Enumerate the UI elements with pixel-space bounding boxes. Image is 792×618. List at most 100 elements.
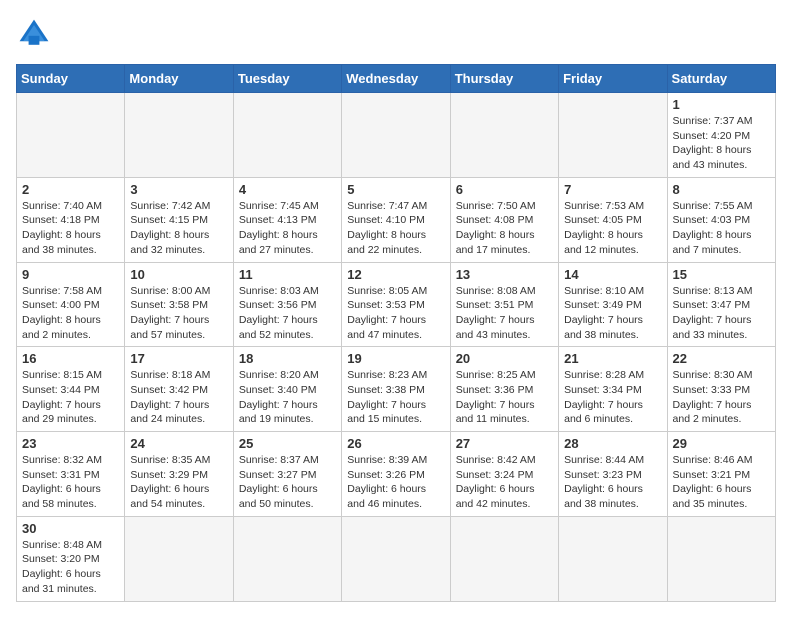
day-info: Sunrise: 8:35 AM Sunset: 3:29 PM Dayligh…	[130, 453, 227, 512]
day-info: Sunrise: 8:42 AM Sunset: 3:24 PM Dayligh…	[456, 453, 553, 512]
calendar-cell: 29Sunrise: 8:46 AM Sunset: 3:21 PM Dayli…	[667, 432, 775, 517]
day-number: 1	[673, 97, 770, 112]
day-info: Sunrise: 7:55 AM Sunset: 4:03 PM Dayligh…	[673, 199, 770, 258]
day-info: Sunrise: 8:00 AM Sunset: 3:58 PM Dayligh…	[130, 284, 227, 343]
calendar-cell: 16 Sunrise: 8:15 AM Sunset: 3:44 PM Dayli…	[17, 347, 125, 432]
day-info: Sunrise: 7:58 AM Sunset: 4:00 PM Dayligh…	[22, 284, 119, 343]
day-info: Sunrise: 7:37 AM Sunset: 4:20 PM Dayligh…	[673, 114, 770, 173]
calendar-cell: 23Sunrise: 8:32 AM Sunset: 3:31 PM Dayli…	[17, 432, 125, 517]
calendar-cell	[342, 93, 450, 178]
calendar-cell: 22 Sunrise: 8:30 AM Sunset: 3:33 PM Dayli…	[667, 347, 775, 432]
day-info: Sunrise: 7:50 AM Sunset: 4:08 PM Dayligh…	[456, 199, 553, 258]
day-number: 5	[347, 182, 444, 197]
calendar-cell: 6 Sunrise: 7:50 AM Sunset: 4:08 PM Daylig…	[450, 177, 558, 262]
calendar-cell	[17, 93, 125, 178]
calendar-cell: 18 Sunrise: 8:20 AM Sunset: 3:40 PM Dayli…	[233, 347, 341, 432]
calendar-cell	[125, 93, 233, 178]
day-info: Sunrise: 8:46 AM Sunset: 3:21 PM Dayligh…	[673, 453, 770, 512]
calendar-cell: 17 Sunrise: 8:18 AM Sunset: 3:42 PM Dayli…	[125, 347, 233, 432]
day-number: 14	[564, 267, 661, 282]
calendar-cell	[233, 516, 341, 601]
day-number: 18	[239, 351, 336, 366]
calendar-cell	[667, 516, 775, 601]
day-info: Sunrise: 8:18 AM Sunset: 3:42 PM Dayligh…	[130, 368, 227, 427]
weekday-header-saturday: Saturday	[667, 65, 775, 93]
calendar-cell	[233, 93, 341, 178]
day-info: Sunrise: 8:44 AM Sunset: 3:23 PM Dayligh…	[564, 453, 661, 512]
day-info: Sunrise: 8:03 AM Sunset: 3:56 PM Dayligh…	[239, 284, 336, 343]
calendar-cell	[450, 516, 558, 601]
calendar-cell	[559, 93, 667, 178]
day-number: 15	[673, 267, 770, 282]
calendar-cell: 12 Sunrise: 8:05 AM Sunset: 3:53 PM Dayli…	[342, 262, 450, 347]
day-info: Sunrise: 8:37 AM Sunset: 3:27 PM Dayligh…	[239, 453, 336, 512]
calendar: SundayMondayTuesdayWednesdayThursdayFrid…	[16, 64, 776, 602]
day-info: Sunrise: 8:28 AM Sunset: 3:34 PM Dayligh…	[564, 368, 661, 427]
header	[16, 16, 776, 52]
logo	[16, 16, 56, 52]
calendar-cell: 14Sunrise: 8:10 AM Sunset: 3:49 PM Dayli…	[559, 262, 667, 347]
day-number: 23	[22, 436, 119, 451]
day-info: Sunrise: 7:40 AM Sunset: 4:18 PM Dayligh…	[22, 199, 119, 258]
calendar-cell: 21 Sunrise: 8:28 AM Sunset: 3:34 PM Dayli…	[559, 347, 667, 432]
day-info: Sunrise: 8:48 AM Sunset: 3:20 PM Dayligh…	[22, 538, 119, 597]
day-info: Sunrise: 8:39 AM Sunset: 3:26 PM Dayligh…	[347, 453, 444, 512]
day-info: Sunrise: 7:45 AM Sunset: 4:13 PM Dayligh…	[239, 199, 336, 258]
calendar-cell: 7 Sunrise: 7:53 AM Sunset: 4:05 PM Daylig…	[559, 177, 667, 262]
day-info: Sunrise: 8:13 AM Sunset: 3:47 PM Dayligh…	[673, 284, 770, 343]
day-number: 17	[130, 351, 227, 366]
calendar-cell: 11 Sunrise: 8:03 AM Sunset: 3:56 PM Dayli…	[233, 262, 341, 347]
day-number: 7	[564, 182, 661, 197]
day-info: Sunrise: 8:20 AM Sunset: 3:40 PM Dayligh…	[239, 368, 336, 427]
day-number: 20	[456, 351, 553, 366]
weekday-header-wednesday: Wednesday	[342, 65, 450, 93]
calendar-cell: 28 Sunrise: 8:44 AM Sunset: 3:23 PM Dayli…	[559, 432, 667, 517]
day-number: 27	[456, 436, 553, 451]
calendar-cell: 5Sunrise: 7:47 AM Sunset: 4:10 PM Daylig…	[342, 177, 450, 262]
day-number: 11	[239, 267, 336, 282]
calendar-cell	[450, 93, 558, 178]
day-info: Sunrise: 8:25 AM Sunset: 3:36 PM Dayligh…	[456, 368, 553, 427]
calendar-cell	[342, 516, 450, 601]
day-number: 13	[456, 267, 553, 282]
logo-icon	[16, 16, 52, 52]
calendar-cell: 26 Sunrise: 8:39 AM Sunset: 3:26 PM Dayli…	[342, 432, 450, 517]
weekday-header-sunday: Sunday	[17, 65, 125, 93]
day-info: Sunrise: 8:30 AM Sunset: 3:33 PM Dayligh…	[673, 368, 770, 427]
calendar-cell	[125, 516, 233, 601]
calendar-cell: 2 Sunrise: 7:40 AM Sunset: 4:18 PM Daylig…	[17, 177, 125, 262]
calendar-cell: 10 Sunrise: 8:00 AM Sunset: 3:58 PM Dayli…	[125, 262, 233, 347]
calendar-cell: 27 Sunrise: 8:42 AM Sunset: 3:24 PM Dayli…	[450, 432, 558, 517]
day-info: Sunrise: 8:23 AM Sunset: 3:38 PM Dayligh…	[347, 368, 444, 427]
weekday-header-monday: Monday	[125, 65, 233, 93]
day-number: 30	[22, 521, 119, 536]
day-info: Sunrise: 8:05 AM Sunset: 3:53 PM Dayligh…	[347, 284, 444, 343]
day-number: 12	[347, 267, 444, 282]
calendar-cell: 20 Sunrise: 8:25 AM Sunset: 3:36 PM Dayli…	[450, 347, 558, 432]
day-number: 22	[673, 351, 770, 366]
day-number: 26	[347, 436, 444, 451]
day-number: 10	[130, 267, 227, 282]
day-number: 8	[673, 182, 770, 197]
weekday-header-friday: Friday	[559, 65, 667, 93]
calendar-cell: 25 Sunrise: 8:37 AM Sunset: 3:27 PM Dayli…	[233, 432, 341, 517]
day-number: 21	[564, 351, 661, 366]
calendar-cell: 1 Sunrise: 7:37 AM Sunset: 4:20 PM Daylig…	[667, 93, 775, 178]
day-number: 9	[22, 267, 119, 282]
day-info: Sunrise: 7:53 AM Sunset: 4:05 PM Dayligh…	[564, 199, 661, 258]
calendar-cell: 30 Sunrise: 8:48 AM Sunset: 3:20 PM Dayli…	[17, 516, 125, 601]
day-number: 2	[22, 182, 119, 197]
day-number: 28	[564, 436, 661, 451]
day-info: Sunrise: 8:15 AM Sunset: 3:44 PM Dayligh…	[22, 368, 119, 427]
day-number: 16	[22, 351, 119, 366]
day-number: 25	[239, 436, 336, 451]
calendar-cell: 4Sunrise: 7:45 AM Sunset: 4:13 PM Daylig…	[233, 177, 341, 262]
calendar-cell: 15 Sunrise: 8:13 AM Sunset: 3:47 PM Dayli…	[667, 262, 775, 347]
calendar-cell: 19 Sunrise: 8:23 AM Sunset: 3:38 PM Dayli…	[342, 347, 450, 432]
day-number: 6	[456, 182, 553, 197]
day-info: Sunrise: 8:08 AM Sunset: 3:51 PM Dayligh…	[456, 284, 553, 343]
day-number: 19	[347, 351, 444, 366]
calendar-cell	[559, 516, 667, 601]
day-number: 3	[130, 182, 227, 197]
weekday-header-tuesday: Tuesday	[233, 65, 341, 93]
